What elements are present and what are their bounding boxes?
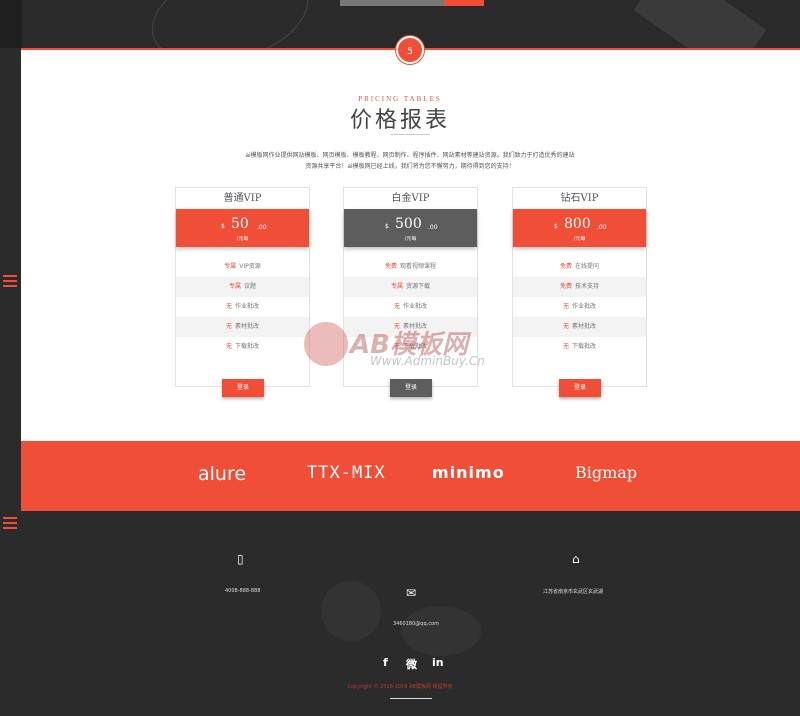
footer-decoration [321,581,381,641]
price-value: 50 [231,216,249,232]
feature-item: 专属 VIP资源 [224,263,261,270]
banner-decoration [633,0,767,48]
copyright: Copyright © 2018-2019 AB模板网 保留所有 [347,684,453,690]
plan-name: 普通VIP [223,193,262,204]
menu-icon[interactable] [3,275,17,290]
banner-decoration [141,0,319,48]
partner-logos-strip: alure TTX-MIX minimo Bigmap [21,441,800,511]
feature-item: 无作业批改 [225,303,260,310]
facebook-icon[interactable]: f [383,656,388,669]
feature-item: 无作业批改 [562,303,597,310]
slider-indicator[interactable] [340,0,444,6]
banner-decoration [0,0,22,48]
partner-logo[interactable]: TTX-MIX [307,463,386,483]
feature-list: 专属 VIP资源 专属 议题 无作业批改 无素材批改 无下载批改 [176,257,309,357]
footer-phone: 4008-888-888 [225,588,261,594]
phone-icon: ▯ [237,552,244,566]
watermark-url: Www.AdminBuy.Cn [370,354,485,368]
plan-card-basic: 普通VIP $ 50 .00 /元每 专属 VIP资源 专属 议题 无作业批改 无素… [175,187,310,397]
feature-item: 免费 在线提问 [559,263,600,270]
linkedin-icon[interactable]: in [432,656,444,669]
price-box: $ 500 .00 /元每 [344,209,477,247]
price-decimal: .00 [428,224,438,231]
feature-item: 专属 议题 [176,277,309,297]
menu-icon[interactable] [3,517,17,532]
plan-name: 白金VIP [391,193,430,204]
feature-item: 专属 资源下载 [344,277,477,297]
price-decimal: .00 [597,224,607,231]
footer-divider [390,698,432,699]
feature-item: 无素材批改 [176,317,309,337]
price-unit: /元每 [573,236,586,242]
price-box: $ 800 .00 /元每 [513,209,646,247]
feature-item: 免费 观看视频课程 [384,263,437,270]
feature-item: 无作业批改 [393,303,428,310]
price-decimal: .00 [257,224,267,231]
section-title: 价格报表 [349,108,450,133]
feature-item: 无下载批改 [562,343,597,350]
side-rail [0,48,22,716]
price-value: 800 [564,216,591,232]
feature-item: 免费 技术支持 [513,277,646,297]
slider-indicator-active[interactable] [444,0,484,6]
watermark: AB模板网 Www.AdminBuy.Cn [304,322,504,392]
section-intro: ai模板网作业提供网站模板、网页模板、模板教程、网页制作、程序插件、网站素材等建… [245,152,575,170]
title-divider [390,134,430,135]
partner-logo[interactable]: Bigmap [575,463,637,482]
home-icon: ⌂ [572,552,580,566]
price-currency: $ [554,223,558,230]
envelope-icon: ✉ [406,586,417,600]
weibo-icon[interactable]: 微 [406,656,417,672]
footer-decoration [401,606,481,656]
feature-item: 无素材批改 [513,317,646,337]
feature-list: 免费 在线提问 免费 技术支持 无作业批改 无素材批改 无下载批改 [513,257,646,357]
partner-logo[interactable]: minimo [432,463,505,482]
price-unit: /元每 [404,236,417,242]
plan-card-diamond: 钻石VIP $ 800 .00 /元每 免费 在线提问 免费 技术支持 无作业批改 … [512,187,647,397]
footer-email: 3460180@qq.com [393,621,439,627]
price-value: 500 [395,216,422,232]
plan-name: 钻石VIP [560,193,599,204]
price-box: $ 50 .00 /元每 [176,209,309,247]
feature-item: 无下载批改 [225,343,260,350]
plan-login-button[interactable]: 登录 [559,379,601,397]
footer-address: 江苏省南京市玄武区玄武湖 [543,589,604,595]
price-currency: $ [221,223,225,230]
watermark-logo-icon [304,322,348,366]
section-number-badge: 5 [396,36,424,64]
plan-login-button[interactable]: 登录 [222,379,264,397]
price-unit: /元每 [236,236,249,242]
price-currency: $ [385,223,389,230]
partner-logo[interactable]: alure [198,463,246,485]
